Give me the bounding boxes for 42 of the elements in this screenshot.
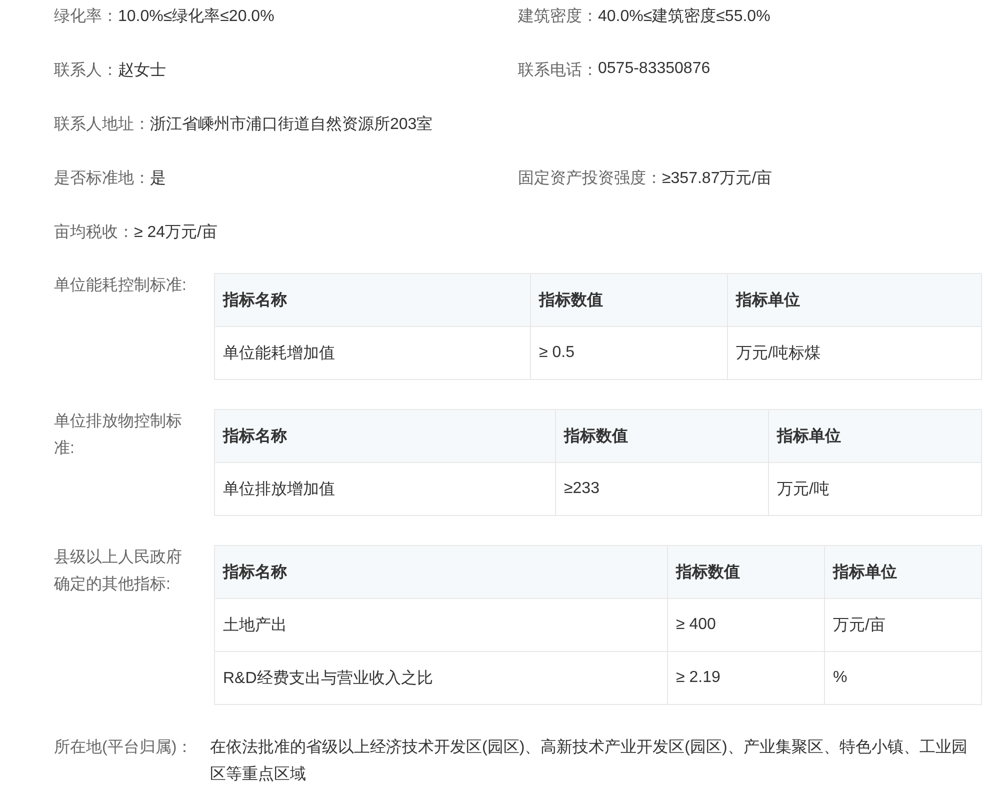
table-cell: 万元/亩 [825, 599, 982, 652]
field-label: 绿化率： [54, 6, 118, 26]
section-label: 单位能耗控制标准: [54, 276, 188, 296]
field-value: 是 [150, 168, 166, 188]
field-label: 亩均税收： [54, 222, 134, 242]
table-cell: 万元/吨 [769, 463, 982, 516]
column-header: 指标名称 [215, 410, 556, 463]
column-header: 指标单位 [825, 546, 982, 599]
field-value: ≥ 24万元/亩 [134, 222, 218, 242]
field-value: 浙江省嵊州市浦口街道自然资源所203室 [150, 114, 433, 134]
table-cell: ≥ 400 [668, 599, 825, 652]
field-value: ≥357.87万元/亩 [662, 168, 772, 188]
table-cell: ≥233 [556, 463, 769, 516]
column-header: 指标数值 [556, 410, 769, 463]
column-header: 指标单位 [728, 274, 982, 327]
column-header: 指标名称 [215, 274, 531, 327]
field-value: 0575-83350876 [598, 60, 710, 78]
field-label: 固定资产投资强度： [518, 168, 662, 188]
field-label: 所在地(平台归属)： [54, 738, 194, 758]
column-header: 指标名称 [215, 546, 668, 599]
column-header: 指标数值 [531, 274, 728, 327]
table-cell: ≥ 0.5 [531, 327, 728, 380]
field-label: 建筑密度： [518, 6, 598, 26]
table-cell: ≥ 2.19 [668, 652, 825, 705]
table-cell: R&D经费支出与营业收入之比 [215, 652, 668, 705]
field-value: 赵女士 [118, 60, 166, 80]
field-value: 10.0%≤绿化率≤20.0% [118, 6, 274, 26]
field-label: 是否标准地： [54, 168, 150, 188]
field-value: 在依法批准的省级以上经济技术开发区(园区)、高新技术产业开发区(园区)、产业集聚区、特色小镇、工业园区等重点区域 [210, 738, 968, 785]
table-cell: % [825, 652, 982, 705]
table-cell: 单位排放增加值 [215, 463, 556, 516]
column-header: 指标数值 [668, 546, 825, 599]
section-label: 单位排放物控制标准: [54, 412, 183, 459]
field-label: 联系人地址： [54, 114, 150, 134]
column-header: 指标单位 [769, 410, 982, 463]
table-cell: 单位能耗增加值 [215, 327, 531, 380]
section-label: 县级以上人民政府确定的其他指标: [54, 548, 183, 595]
field-label: 联系电话： [518, 60, 598, 80]
field-label: 联系人： [54, 60, 118, 80]
field-value: 40.0%≤建筑密度≤55.0% [598, 6, 770, 26]
table-cell: 万元/吨标煤 [728, 327, 982, 380]
table-cell: 土地产出 [215, 599, 668, 652]
